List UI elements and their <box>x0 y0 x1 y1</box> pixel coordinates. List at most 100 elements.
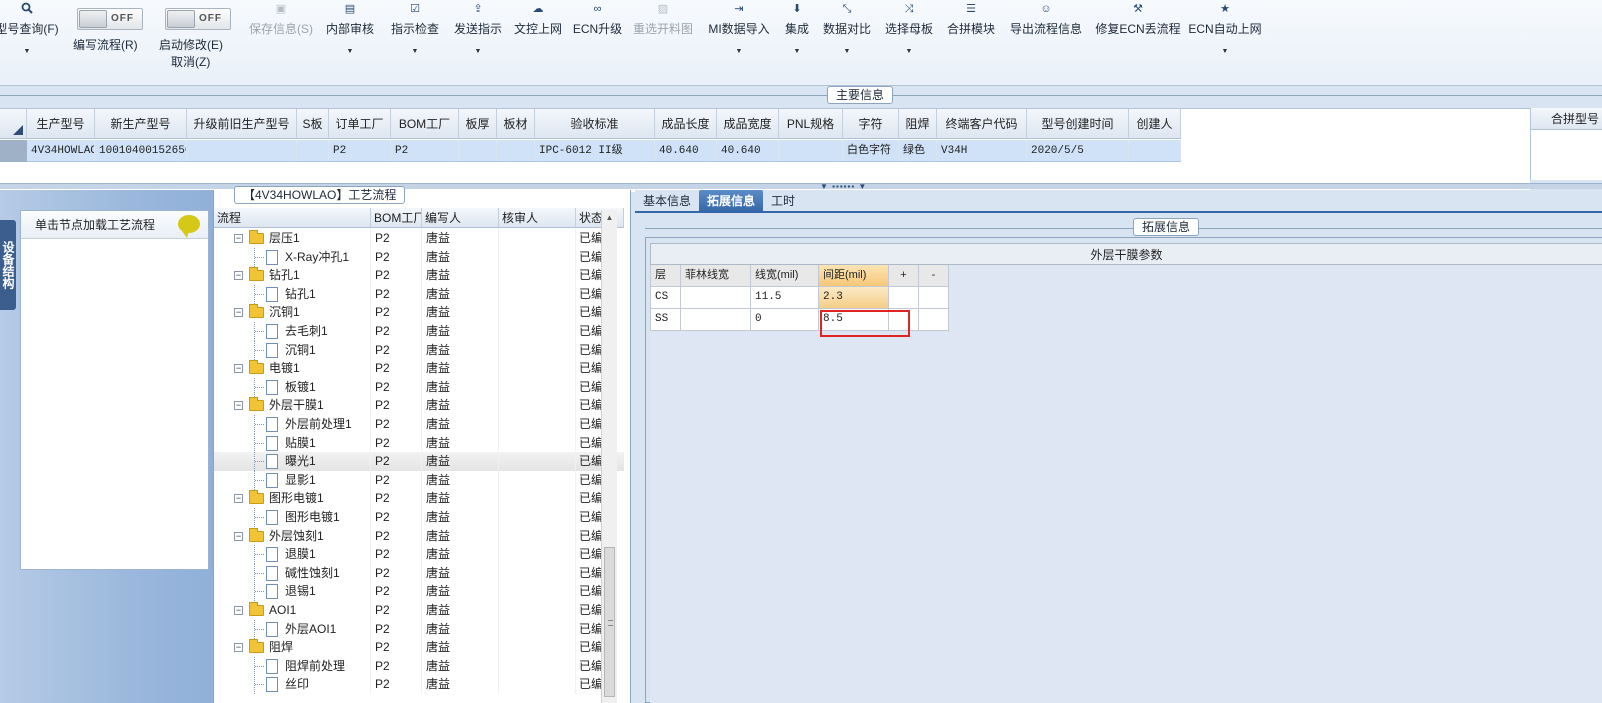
tree-node[interactable]: 钻孔1 <box>214 284 371 304</box>
collapse-icon[interactable]: − <box>234 364 243 374</box>
tree-row[interactable]: − 层压1 P2 唐益 已编写 <box>214 229 624 248</box>
toolbar-button-2[interactable]: ☑ 指示检查 ▼ <box>383 0 447 70</box>
column-header[interactable]: 流程 <box>214 208 371 227</box>
column-header[interactable]: 编写人 <box>422 208 499 227</box>
table-cell[interactable] <box>497 140 535 161</box>
tree-node[interactable]: − 电镀1 <box>214 359 371 379</box>
param-cell[interactable]: CS <box>650 287 681 309</box>
column-header[interactable]: 阻焊 <box>899 109 937 138</box>
speech-bubble-icon[interactable] <box>178 215 200 238</box>
table-cell[interactable]: P2 <box>391 140 459 161</box>
tree-row[interactable]: 贴膜1 P2 唐益 已编写 <box>214 433 624 453</box>
table-cell[interactable]: 2020/5/5 <box>1027 140 1129 161</box>
tree-node[interactable]: − 外层干膜1 <box>214 396 371 416</box>
tree-row[interactable]: 外层前处理1 P2 唐益 已编写 <box>214 415 624 434</box>
tree-row[interactable]: − 钻孔1 P2 唐益 已编写 <box>214 266 624 286</box>
tree-row[interactable]: − 外层蚀刻1 P2 唐益 已编写 <box>214 526 624 546</box>
column-header[interactable]: S板 <box>297 109 329 138</box>
tree-node[interactable]: − 图形电镀1 <box>214 489 371 509</box>
collapse-icon[interactable]: − <box>234 308 243 318</box>
tree-node[interactable]: 显影1 <box>214 470 371 490</box>
param-cell[interactable] <box>681 309 751 331</box>
toolbar-button-4[interactable]: ☁ 文控上网 <box>509 0 567 70</box>
scroll-thumb[interactable] <box>604 547 615 697</box>
tree-node[interactable]: 图形电镀1 <box>214 508 371 527</box>
collapse-icon[interactable]: − <box>234 643 243 653</box>
tree-row[interactable]: − 外层干膜1 P2 唐益 已编写 <box>214 396 624 416</box>
cancel-button[interactable]: 取消(Z) <box>171 53 210 70</box>
column-header[interactable]: 成品宽度 <box>717 109 779 138</box>
tree-row[interactable]: 退锡1 P2 唐益 已编写 <box>214 582 624 602</box>
row-selector[interactable] <box>0 140 27 162</box>
tree-node[interactable]: − 沉铜1 <box>214 303 371 323</box>
tree-row[interactable]: 钻孔1 P2 唐益 已编写 <box>214 284 624 304</box>
scroll-up-icon[interactable]: ▲ <box>602 210 617 226</box>
toolbar-button-13[interactable]: ⚒ 修复ECN丢流程 <box>1094 0 1182 70</box>
column-header[interactable]: 核审人 <box>499 208 576 227</box>
toolbar-button-0[interactable]: ▣ 保存信息(S) <box>242 0 320 70</box>
table-cell[interactable]: P2 <box>329 140 391 161</box>
tree-node[interactable]: 沉铜1 <box>214 340 371 360</box>
column-header[interactable]: 成品长度 <box>655 109 717 138</box>
tree-node[interactable]: 碱性蚀刻1 <box>214 563 371 583</box>
toolbar-button-14[interactable]: ★ ECN自动上网 ▼ <box>1181 0 1269 70</box>
enable-modify-toggle[interactable]: OFF <box>165 8 231 30</box>
tree-node[interactable]: X-Ray冲孔1 <box>214 247 371 267</box>
column-header[interactable]: 字符 <box>843 109 899 138</box>
sort-corner-icon[interactable] <box>0 109 27 139</box>
table-cell[interactable]: 40.640 <box>655 140 717 161</box>
collapse-icon[interactable]: − <box>234 606 243 615</box>
tree-node[interactable]: 退膜1 <box>214 545 371 565</box>
tree-row[interactable]: 丝印 P2 唐益 已编写 <box>214 675 624 695</box>
column-header[interactable]: 创建人 <box>1129 109 1181 138</box>
column-header[interactable]: BOM工厂 <box>391 109 459 138</box>
tree-row[interactable]: 去毛刺1 P2 唐益 已编写 <box>214 322 624 341</box>
remove-column-button[interactable]: - <box>919 265 949 287</box>
tree-row[interactable]: 退膜1 P2 唐益 已编写 <box>214 545 624 565</box>
toolbar-button-5[interactable]: ∞ ECN升级 <box>570 0 625 70</box>
tab-2[interactable]: 工时 <box>763 190 803 212</box>
tree-node[interactable]: 曝光1 <box>214 452 371 472</box>
toolbar-button-10[interactable]: ⤨ 选择母板 ▼ <box>879 0 939 70</box>
collapse-icon[interactable]: − <box>234 234 243 243</box>
table-cell[interactable] <box>779 140 843 161</box>
param-cell[interactable] <box>919 309 949 331</box>
tree-row[interactable]: − AOI1 P2 唐益 已编写 <box>214 601 624 620</box>
tree-node[interactable]: 去毛刺1 <box>214 322 371 341</box>
tree-row[interactable]: − 电镀1 P2 唐益 已编写 <box>214 359 624 379</box>
tree-row[interactable]: 曝光1 P2 唐益 已编写 <box>214 452 624 472</box>
param-cell[interactable]: SS <box>650 309 681 331</box>
tree-row[interactable]: 显影1 P2 唐益 已编写 <box>214 470 624 490</box>
column-header[interactable]: BOM工厂 <box>371 208 422 227</box>
collapse-icon[interactable]: − <box>234 494 243 504</box>
tree-row[interactable]: 外层AOI1 P2 唐益 已编写 <box>214 619 624 639</box>
tree-row[interactable]: 阻焊前处理 P2 唐益 已编写 <box>214 656 624 676</box>
tree-row[interactable]: 碱性蚀刻1 P2 唐益 已编写 <box>214 563 624 583</box>
column-header[interactable]: 新生产型号 <box>95 109 187 138</box>
table-cell[interactable]: V34H <box>937 140 1027 161</box>
tree-node[interactable]: 退锡1 <box>214 582 371 602</box>
tree-node[interactable]: 丝印 <box>214 675 371 695</box>
table-cell[interactable]: IPC-6012 II级 <box>535 140 655 161</box>
tree-row[interactable]: 板镀1 P2 唐益 已编写 <box>214 377 624 397</box>
tree-node[interactable]: − 阻焊 <box>214 638 371 658</box>
tree-node[interactable]: − 层压1 <box>214 229 371 248</box>
column-header[interactable]: 板厚 <box>459 109 497 138</box>
table-cell[interactable] <box>297 140 329 161</box>
column-header[interactable]: 板材 <box>497 109 535 138</box>
table-cell[interactable] <box>459 140 497 161</box>
column-header[interactable]: PNL规格 <box>779 109 843 138</box>
tree-node[interactable]: 外层AOI1 <box>214 619 371 639</box>
table-cell[interactable]: 白色字符 <box>843 140 899 161</box>
table-cell[interactable] <box>187 140 297 161</box>
collapse-icon[interactable]: − <box>234 531 243 541</box>
tree-node[interactable]: − 钻孔1 <box>214 266 371 286</box>
column-header[interactable]: 终端客户代码 <box>937 109 1027 138</box>
tree-row[interactable]: − 阻焊 P2 唐益 已编写 <box>214 638 624 658</box>
table-cell[interactable]: 10010400152650 <box>95 140 187 161</box>
table-cell[interactable] <box>1129 140 1181 161</box>
column-header[interactable]: 生产型号 <box>27 109 95 138</box>
toolbar-button-7[interactable]: ⇥ MI数据导入 ▼ <box>703 0 775 70</box>
param-cell[interactable] <box>681 287 751 309</box>
param-cell[interactable]: 2.3 <box>819 287 889 309</box>
